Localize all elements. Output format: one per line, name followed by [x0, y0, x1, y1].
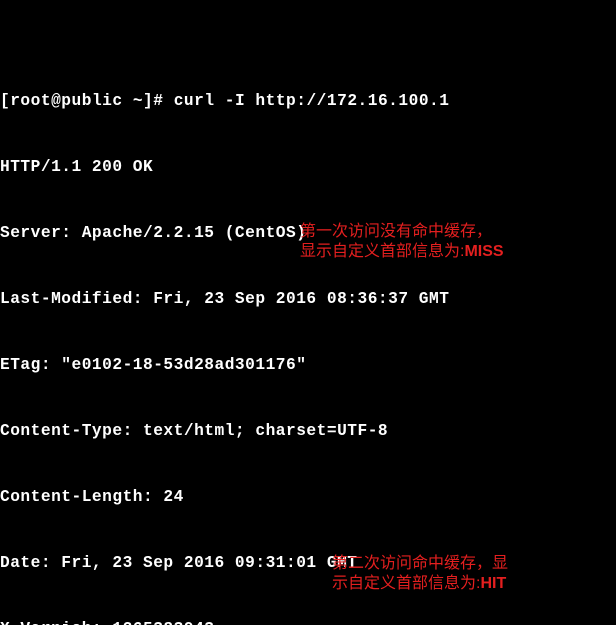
prompt-close: ]: [143, 90, 153, 112]
prompt-open: [: [0, 90, 10, 112]
prompt-line-1: [ root @ public ~ ] # curl -I http://172…: [0, 90, 616, 112]
annotation-miss-strong: MISS: [464, 243, 503, 260]
annotation-hit-strong: HIT: [480, 575, 506, 592]
prompt-sep: [123, 90, 133, 112]
prompt-mark: #: [153, 90, 163, 112]
status-line-1: HTTP/1.1 200 OK: [0, 156, 616, 178]
prompt-path: ~: [133, 90, 143, 112]
annotation-hit-pre: 示自定义首部信息为:: [332, 575, 480, 592]
terminal-output: [ root @ public ~ ] # curl -I http://172…: [0, 0, 616, 625]
annotation-miss-pre: 显示自定义首部信息为:: [300, 243, 464, 260]
header-etag-1: ETag: "e0102-18-53d28ad301176": [0, 354, 616, 376]
annotation-miss-line1: 第一次访问没有命中缓存，: [300, 222, 610, 242]
command-text: curl -I http://172.16.100.1: [174, 90, 450, 112]
prompt-user: root: [10, 90, 51, 112]
annotation-hit-line2: 示自定义首部信息为:HIT: [332, 574, 616, 594]
header-last-modified-1: Last-Modified: Fri, 23 Sep 2016 08:36:37…: [0, 288, 616, 310]
header-content-type-1: Content-Type: text/html; charset=UTF-8: [0, 420, 616, 442]
annotation-miss: 第一次访问没有命中缓存， 显示自定义首部信息为:MISS: [300, 222, 610, 262]
prompt-space: [163, 90, 173, 112]
header-x-varnish-1: X-Varnish: 1265383943: [0, 618, 616, 625]
annotation-hit: 第二次访问命中缓存，显 示自定义首部信息为:HIT: [332, 554, 616, 594]
annotation-miss-line2: 显示自定义首部信息为:MISS: [300, 242, 610, 262]
header-content-length-1: Content-Length: 24: [0, 486, 616, 508]
prompt-host: public: [61, 90, 122, 112]
annotation-hit-line1: 第二次访问命中缓存，显: [332, 554, 616, 574]
prompt-at: @: [51, 90, 61, 112]
